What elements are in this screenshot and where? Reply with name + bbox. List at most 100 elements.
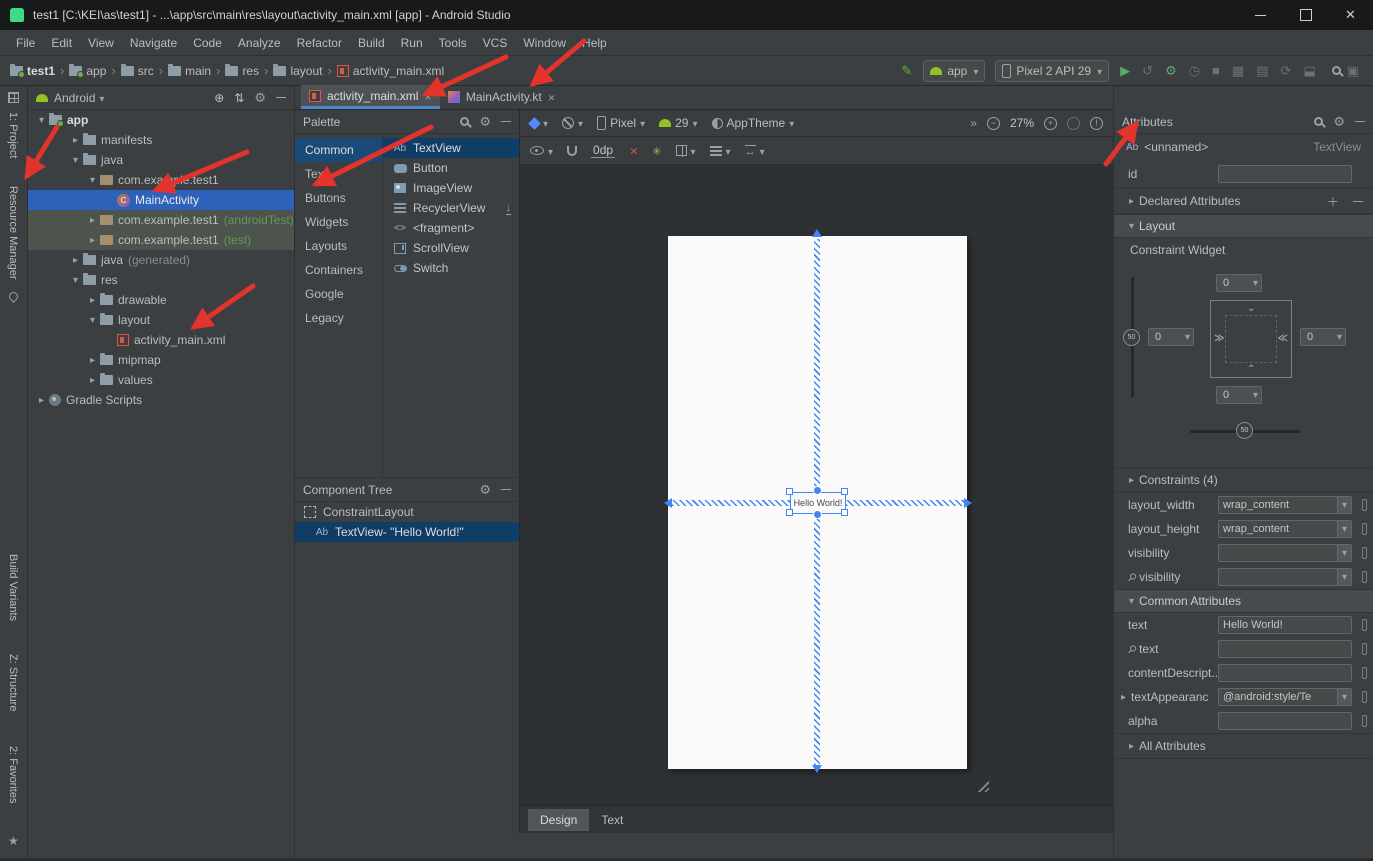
- visibility-select[interactable]: [1218, 544, 1352, 562]
- horizontal-bias-handle[interactable]: 50: [1236, 422, 1253, 439]
- resource-picker-icon[interactable]: [1362, 547, 1367, 559]
- resource-picker-icon[interactable]: [1362, 715, 1367, 727]
- resource-picker-icon[interactable]: [1362, 619, 1367, 631]
- infer-constraints-button[interactable]: [652, 144, 661, 158]
- tool-window-resource-manager[interactable]: Resource Manager: [7, 186, 19, 280]
- errors-panel-icon[interactable]: !: [1090, 117, 1103, 130]
- constraint-anchor-bottom[interactable]: [813, 510, 822, 519]
- palette-category-google[interactable]: Google: [295, 282, 382, 306]
- design-mode-select[interactable]: [530, 116, 548, 130]
- resource-picker-icon[interactable]: [1362, 523, 1367, 535]
- theme-select[interactable]: AppTheme: [712, 116, 795, 130]
- tree-item-package-androidtest[interactable]: com.example.test1(androidTest): [28, 210, 294, 230]
- wrench-icon[interactable]: ✎: [901, 63, 912, 79]
- component-textview[interactable]: AbTextView- "Hello World!": [295, 522, 519, 542]
- layout-width-select[interactable]: wrap_content: [1218, 496, 1352, 514]
- text-mode-tab[interactable]: Text: [589, 809, 635, 831]
- hide-panel-icon[interactable]: [501, 489, 511, 490]
- text-appearance-select[interactable]: @android:style/Te: [1218, 688, 1352, 706]
- tool-window-project[interactable]: 1: Project: [7, 112, 19, 158]
- palette-item-switch[interactable]: Switch: [383, 258, 519, 278]
- tree-item-package-test[interactable]: com.example.test1(test): [28, 230, 294, 250]
- menu-analyze[interactable]: Analyze: [230, 36, 289, 50]
- close-tab-icon[interactable]: [424, 89, 432, 103]
- gear-icon[interactable]: [479, 482, 491, 498]
- expand-arrow-icon[interactable]: [1124, 221, 1139, 232]
- layout-inspector-icon[interactable]: ▤: [1256, 63, 1268, 79]
- breadcrumb-res[interactable]: res: [225, 64, 259, 78]
- palette-category-containers[interactable]: Containers: [295, 258, 382, 282]
- content-description-input[interactable]: [1218, 664, 1352, 682]
- layout-height-select[interactable]: wrap_content: [1218, 520, 1352, 538]
- locate-file-icon[interactable]: ⊕: [214, 91, 224, 105]
- palette-category-buttons[interactable]: Buttons: [295, 186, 382, 210]
- menu-view[interactable]: View: [80, 36, 122, 50]
- menu-help[interactable]: Help: [574, 36, 615, 50]
- menu-navigate[interactable]: Navigate: [122, 36, 185, 50]
- layout-section-header[interactable]: Layout: [1114, 214, 1373, 238]
- tree-item-manifests[interactable]: manifests: [28, 130, 294, 150]
- collapse-arrow-icon[interactable]: [34, 395, 49, 406]
- margin-right-select[interactable]: 0: [1300, 328, 1346, 346]
- breadcrumb-src[interactable]: src: [121, 64, 154, 78]
- menu-tools[interactable]: Tools: [431, 36, 475, 50]
- pin-icon[interactable]: [7, 290, 20, 303]
- tree-item-res[interactable]: res: [28, 270, 294, 290]
- margin-left-select[interactable]: 0: [1148, 328, 1194, 346]
- palette-category-common[interactable]: Common: [295, 138, 382, 162]
- all-attributes-section[interactable]: All Attributes: [1114, 733, 1373, 759]
- palette-category-text[interactable]: Text: [295, 162, 382, 186]
- search-button[interactable]: [1314, 117, 1323, 126]
- collapse-arrow-icon[interactable]: [85, 355, 100, 366]
- resize-handle[interactable]: [786, 509, 793, 516]
- tree-item-activity-main-xml[interactable]: activity_main.xml: [28, 330, 294, 350]
- gear-icon[interactable]: [1333, 114, 1345, 130]
- tree-item-mainactivity[interactable]: MainActivity: [28, 190, 294, 210]
- apply-changes-icon[interactable]: ↺: [1142, 63, 1153, 79]
- expand-arrow-icon[interactable]: [85, 315, 100, 326]
- palette-category-legacy[interactable]: Legacy: [295, 306, 382, 330]
- tree-item-drawable[interactable]: drawable: [28, 290, 294, 310]
- tree-item-gradle-scripts[interactable]: Gradle Scripts: [28, 390, 294, 410]
- collapse-arrow-icon[interactable]: [1124, 741, 1139, 752]
- palette-category-widgets[interactable]: Widgets: [295, 210, 382, 234]
- tool-windows-icon[interactable]: [8, 92, 19, 103]
- more-actions-icon[interactable]: »: [970, 116, 977, 130]
- collapse-arrow-icon[interactable]: [85, 375, 100, 386]
- collapse-all-icon[interactable]: ⇅: [234, 91, 244, 105]
- palette-item-button[interactable]: Button: [383, 158, 519, 178]
- palette-item-textview[interactable]: AbTextView: [383, 138, 519, 158]
- tree-item-values[interactable]: values: [28, 370, 294, 390]
- zoom-out-button[interactable]: −: [987, 117, 1000, 130]
- collapse-arrow-icon[interactable]: [1124, 196, 1139, 207]
- collapse-arrow-icon[interactable]: [68, 135, 83, 146]
- menu-refactor[interactable]: Refactor: [289, 36, 350, 50]
- align-select[interactable]: [710, 144, 731, 158]
- expand-arrow-icon[interactable]: [1124, 596, 1139, 607]
- resource-picker-icon[interactable]: [1362, 667, 1367, 679]
- tab-activity-main-xml[interactable]: activity_main.xml: [301, 85, 440, 109]
- canvas-resize-handle-icon[interactable]: [975, 778, 989, 792]
- breadcrumb-main[interactable]: main: [168, 64, 211, 78]
- stop-icon[interactable]: ■: [1212, 63, 1220, 78]
- collapse-arrow-icon[interactable]: [1124, 475, 1139, 486]
- close-button[interactable]: [1328, 0, 1373, 30]
- resource-picker-icon[interactable]: [1362, 691, 1367, 703]
- breadcrumb-file[interactable]: activity_main.xml: [337, 64, 444, 78]
- run-button[interactable]: ▶: [1120, 63, 1130, 79]
- text-input[interactable]: Hello World!: [1218, 616, 1352, 634]
- menu-code[interactable]: Code: [185, 36, 230, 50]
- tree-item-java[interactable]: java: [28, 150, 294, 170]
- add-attribute-button[interactable]: ＋: [1327, 193, 1339, 210]
- zoom-in-button[interactable]: +: [1044, 117, 1057, 130]
- hide-panel-icon[interactable]: [1355, 121, 1365, 122]
- palette-item-fragment[interactable]: <><fragment>: [383, 218, 519, 238]
- common-attributes-section[interactable]: Common Attributes: [1114, 589, 1373, 613]
- palette-item-imageview[interactable]: ImageView: [383, 178, 519, 198]
- expand-arrow-icon[interactable]: [68, 155, 83, 166]
- guidelines-select[interactable]: [676, 144, 696, 158]
- resource-picker-icon[interactable]: [1362, 643, 1367, 655]
- constraints-section[interactable]: Constraints (4): [1114, 467, 1373, 493]
- component-constraintlayout[interactable]: ConstraintLayout: [295, 502, 519, 522]
- breadcrumb-project[interactable]: test1: [10, 64, 55, 78]
